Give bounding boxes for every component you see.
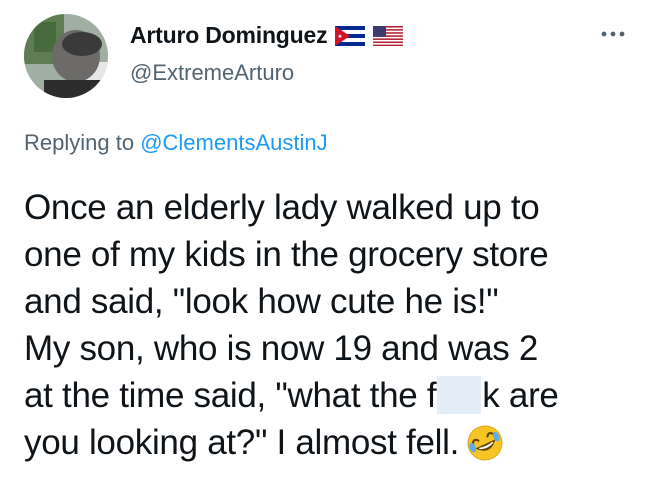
tweet-text-segment: you looking at?" I almost fell. (24, 423, 460, 462)
reply-mention-link[interactable]: @ClementsAustinJ (140, 130, 327, 155)
author-handle[interactable]: @ExtremeArturo (130, 60, 294, 86)
redaction-box (437, 376, 482, 414)
tweet-text-line: Once an elderly lady walked up to (24, 188, 540, 227)
tweet-text-line: one of my kids in the grocery store (24, 235, 549, 274)
more-options-icon[interactable] (600, 20, 626, 42)
author-name-row: Arturo Dominguez (130, 22, 404, 49)
replying-to-label: Replying to (24, 130, 141, 155)
tweet-card: Arturo Dominguez @ExtremeArturo Replying… (0, 0, 650, 502)
tweet-text-segment: at the time said, "what the f (24, 376, 437, 415)
replying-to: Replying to @ClementsAustinJ (24, 130, 328, 156)
avatar[interactable] (24, 14, 108, 98)
tweet-text-line: you looking at?" I almost fell. (24, 419, 634, 475)
tweet-text-line: My son, who is now 19 and was 2 (24, 329, 539, 368)
author-display-name[interactable]: Arturo Dominguez (130, 22, 328, 49)
tweet-text-segment: k are (482, 376, 559, 415)
tweet-text-line-redacted: at the time said, "what the f k are (24, 372, 634, 419)
tweet-text: Once an elderly lady walked up to one of… (24, 184, 634, 475)
rolling-on-floor-laughing-emoji (465, 423, 505, 475)
cuba-flag-icon (335, 25, 366, 46)
usa-flag-icon (373, 25, 404, 46)
tweet-text-line: and said, "look how cute he is!" (24, 282, 499, 321)
